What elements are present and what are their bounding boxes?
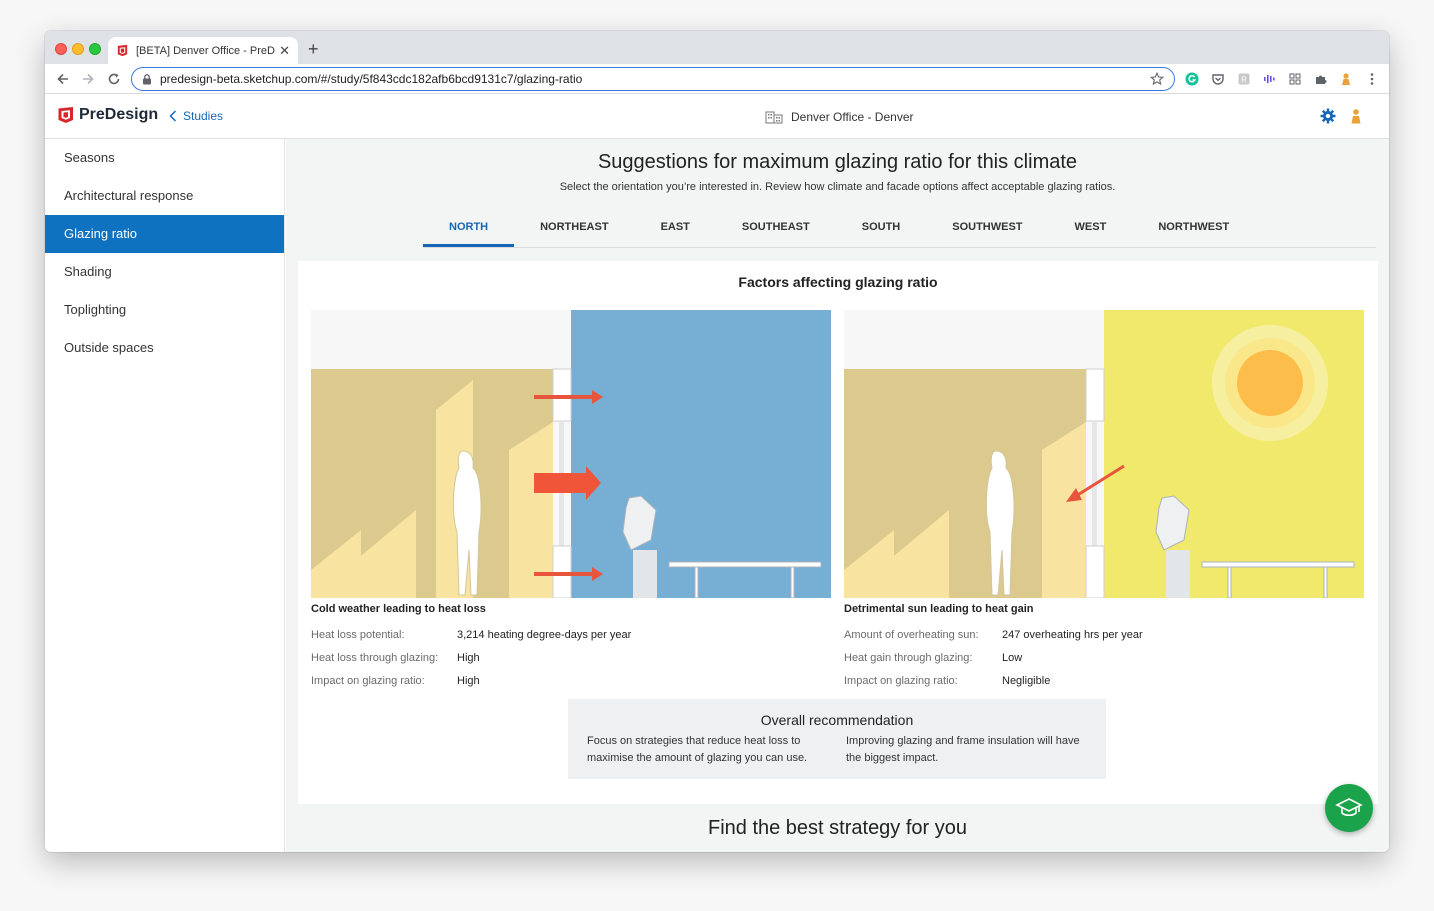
main-content: Suggestions for maximum glazing ratio fo…	[286, 139, 1389, 852]
app-name: PreDesign	[79, 106, 159, 123]
grid-extension-icon[interactable]	[1288, 72, 1302, 86]
pocket-extension-icon[interactable]	[1211, 72, 1225, 86]
page-subtitle: Select the orientation you’re interested…	[559, 181, 1116, 193]
sidebar-item-architectural-response[interactable]: Architectural response	[45, 177, 284, 215]
recommendation-title: Overall recommendation	[760, 712, 914, 728]
close-window-button[interactable]	[55, 43, 67, 55]
maximize-window-button[interactable]	[89, 43, 101, 55]
tab-north[interactable]: NORTH	[423, 209, 515, 247]
factor-value: Negligible	[1002, 674, 1051, 687]
heat-loss-diagram	[311, 310, 831, 598]
factor-row: Impact on glazing ratio: Negligible	[844, 669, 1364, 692]
factors-title: Factors affecting glazing ratio	[738, 274, 938, 290]
tab-southeast[interactable]: SOUTHEAST	[716, 209, 836, 247]
browser-toolbar: predesign-beta.sketchup.com/#/study/5f84…	[45, 64, 1389, 94]
graduation-cap-icon	[1335, 798, 1363, 817]
factor-label: Impact on glazing ratio:	[311, 674, 425, 687]
puzzle-extensions-icon[interactable]	[1314, 72, 1328, 86]
tab-south[interactable]: SOUTH	[836, 209, 927, 247]
factor-label: Heat gain through glazing:	[844, 651, 973, 664]
factor-row: Heat loss through glazing: High	[311, 646, 831, 669]
sidebar: Seasons Architectural response Glazing r…	[45, 139, 285, 852]
chevron-left-icon	[169, 110, 177, 122]
heat-gain-title: Detrimental sun leading to heat gain	[844, 603, 1034, 615]
tab-west[interactable]: WEST	[1049, 209, 1133, 247]
profile-avatar-icon[interactable]	[1339, 72, 1353, 86]
app-header: PreDesign Studies Denver Office - Denver	[45, 94, 1389, 139]
tab-northwest[interactable]: NORTHWEST	[1132, 209, 1255, 247]
tab-title: [BETA] Denver Office - PreDes	[136, 44, 276, 57]
learn-fab-button[interactable]	[1325, 784, 1373, 832]
browser-tab-bar: [BETA] Denver Office - PreDes ✕ +	[45, 31, 1389, 64]
tab-northeast[interactable]: NORTHEAST	[514, 209, 634, 247]
gear-icon[interactable]	[1320, 108, 1336, 124]
browser-tab[interactable]: [BETA] Denver Office - PreDes ✕	[108, 37, 298, 64]
minimize-window-button[interactable]	[72, 43, 84, 55]
factor-value: 247 overheating hrs per year	[1002, 628, 1143, 641]
building-icon	[765, 111, 783, 124]
sketchup-logo-icon	[58, 107, 73, 123]
grammarly-extension-icon[interactable]	[1185, 72, 1199, 86]
overall-recommendation: Overall recommendation Focus on strategi…	[568, 699, 1106, 779]
back-arrow-icon[interactable]	[56, 72, 70, 86]
svg-text:R: R	[1241, 76, 1247, 85]
orientation-tabs: NORTH NORTHEAST EAST SOUTHEAST SOUTH SOU…	[423, 209, 1255, 247]
factor-row: Amount of overheating sun: 247 overheati…	[844, 623, 1364, 646]
reload-icon[interactable]	[107, 72, 121, 86]
factor-value: 3,214 heating degree-days per year	[457, 628, 632, 641]
heat-gain-illustration	[844, 310, 1364, 598]
heat-gain-factors: Detrimental sun leading to heat gain Amo…	[844, 603, 1364, 692]
recommendation-text-1: Focus on strategies that reduce heat los…	[587, 735, 808, 764]
reader-extension-icon[interactable]: R	[1237, 72, 1251, 86]
lock-icon	[143, 73, 151, 84]
factor-label: Impact on glazing ratio:	[844, 674, 958, 687]
studies-back-link[interactable]: Studies	[169, 109, 223, 123]
factor-value: High	[457, 651, 480, 664]
heat-loss-title: Cold weather leading to heat loss	[311, 603, 486, 615]
factor-row: Impact on glazing ratio: High	[311, 669, 831, 692]
sidebar-item-glazing-ratio[interactable]: Glazing ratio	[45, 215, 284, 253]
new-tab-button[interactable]: +	[308, 39, 319, 60]
url-text: predesign-beta.sketchup.com/#/study/5f84…	[160, 72, 583, 86]
tab-close-icon[interactable]: ✕	[279, 43, 290, 59]
predesign-logo[interactable]: PreDesign	[57, 106, 158, 124]
studies-link-label: Studies	[183, 109, 224, 123]
sidebar-item-seasons[interactable]: Seasons	[45, 139, 284, 177]
factor-value: Low	[1002, 651, 1023, 664]
sketchup-logo-icon	[117, 44, 128, 57]
factor-label: Heat loss potential:	[311, 628, 405, 641]
forward-arrow-icon[interactable]	[81, 72, 95, 86]
audio-extension-icon[interactable]	[1262, 72, 1276, 86]
factors-card: Factors affecting glazing ratio Cold wea…	[298, 261, 1378, 804]
factor-row: Heat loss potential: 3,214 heating degre…	[311, 623, 831, 646]
project-title: Denver Office - Denver	[765, 109, 914, 124]
factor-value: High	[457, 674, 480, 687]
page-title: Suggestions for maximum glazing ratio fo…	[597, 151, 1078, 173]
strategy-section-title: Find the best strategy for you	[707, 817, 968, 839]
tab-divider	[423, 247, 1376, 248]
sidebar-item-toplighting[interactable]: Toplighting	[45, 291, 284, 329]
heat-loss-factors: Cold weather leading to heat loss Heat l…	[311, 603, 831, 692]
heat-gain-diagram	[844, 310, 1364, 598]
heat-loss-illustration	[311, 310, 831, 598]
star-icon[interactable]	[1150, 72, 1164, 86]
browser-window: [BETA] Denver Office - PreDes ✕ + predes…	[45, 31, 1389, 852]
user-avatar-icon[interactable]	[1349, 108, 1363, 124]
sidebar-item-outside-spaces[interactable]: Outside spaces	[45, 329, 284, 367]
factor-label: Amount of overheating sun:	[844, 628, 979, 641]
address-bar[interactable]: predesign-beta.sketchup.com/#/study/5f84…	[131, 67, 1175, 91]
tab-southwest[interactable]: SOUTHWEST	[926, 209, 1048, 247]
factor-row: Heat gain through glazing: Low	[844, 646, 1364, 669]
project-name: Denver Office - Denver	[791, 109, 914, 124]
recommendation-text-2: Improving glazing and frame insulation w…	[846, 735, 1080, 764]
tab-east[interactable]: EAST	[635, 209, 716, 247]
more-menu-icon[interactable]	[1365, 72, 1379, 86]
factor-label: Heat loss through glazing:	[311, 651, 439, 664]
sidebar-item-shading[interactable]: Shading	[45, 253, 284, 291]
